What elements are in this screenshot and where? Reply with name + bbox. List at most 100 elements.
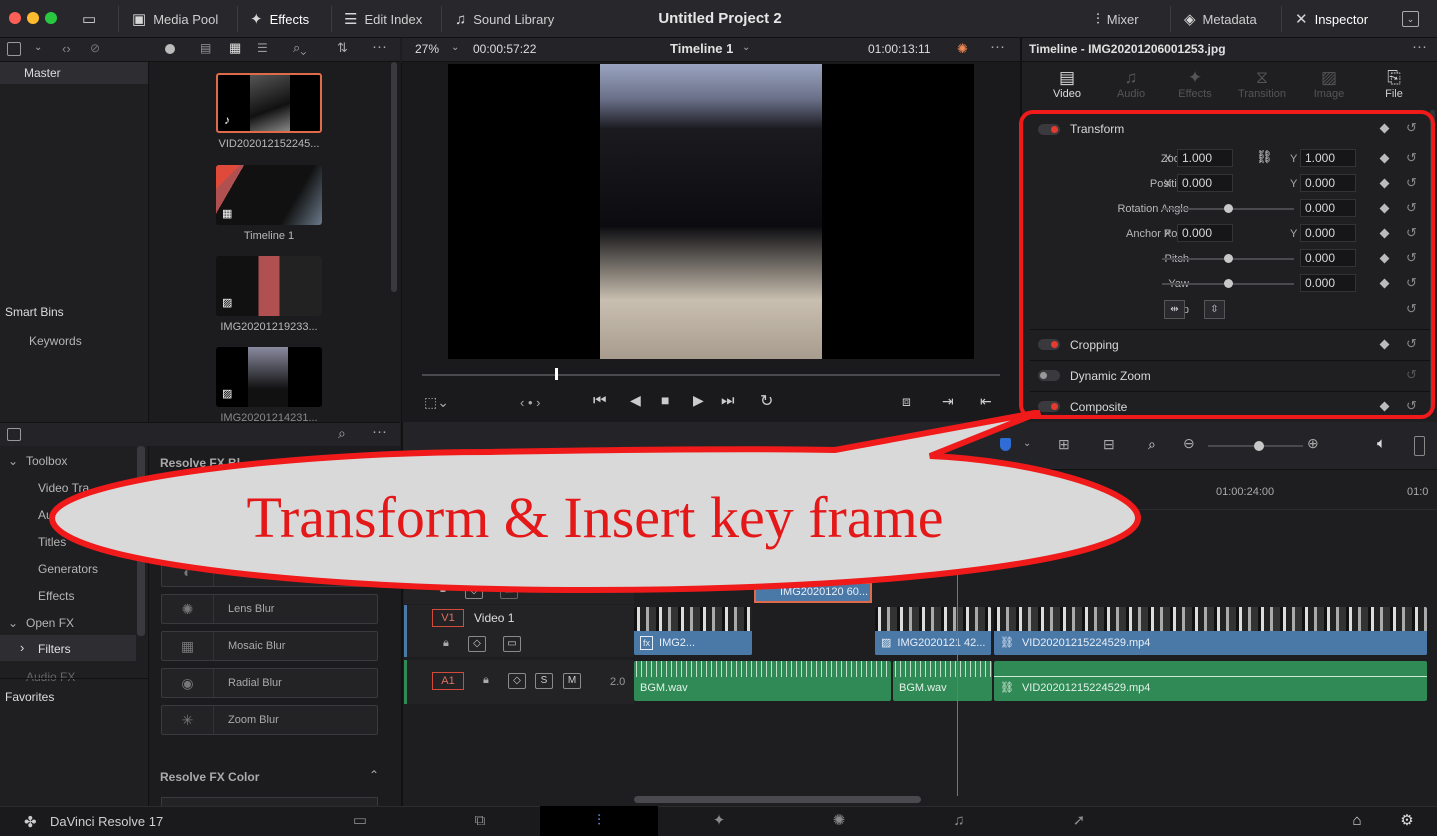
chevron-down-icon[interactable]: ⌄ (34, 42, 42, 53)
zoom-out-icon[interactable]: ⊖ (1183, 435, 1195, 452)
effect-item-mosaic-blur[interactable]: ▦ Mosaic Blur (161, 631, 378, 661)
chevron-down-icon[interactable]: ⌄ (1402, 11, 1419, 27)
play-icon[interactable]: ▶ (693, 392, 704, 409)
timeline-scrollbar[interactable] (634, 796, 921, 803)
viewer-canvas[interactable] (448, 64, 974, 359)
home-icon[interactable]: ⌂ (1332, 806, 1382, 836)
speaker-icon[interactable]: 🔈︎ (1377, 435, 1386, 452)
cut-page-icon[interactable]: ⧉ (455, 806, 505, 836)
go-to-start-icon[interactable]: ⏮ (593, 392, 607, 409)
minimize-window-button[interactable] (27, 12, 39, 24)
chevron-down-icon[interactable]: ⌄ (8, 454, 18, 468)
play-reverse-icon[interactable]: ◀ (630, 392, 641, 409)
maximize-window-button[interactable] (45, 12, 57, 24)
tab-video[interactable]: ▤ Video (1044, 68, 1090, 100)
effect-item-radial-blur[interactable]: ◉ Radial Blur (161, 668, 378, 698)
audio-meter-icon[interactable] (1414, 436, 1425, 456)
clip-thumbnail[interactable]: ▨ (216, 256, 322, 316)
clip-a1-bgm2[interactable]: BGM.wav (893, 661, 992, 701)
tab-audio[interactable]: ♫ Audio (1108, 68, 1154, 100)
fairlight-page-icon[interactable]: ♫ (934, 806, 984, 836)
zoom-in-icon[interactable]: ⊕ (1307, 435, 1319, 452)
more-options-icon[interactable]: ··· (1412, 38, 1427, 55)
track-v1-destination[interactable]: V1 (432, 609, 464, 627)
stop-icon[interactable]: ■ (661, 392, 669, 408)
chevron-down-icon[interactable]: ⌄ (8, 616, 18, 630)
mute-button[interactable]: M (563, 673, 581, 689)
clip-thumbnail[interactable]: ♪ (216, 73, 322, 133)
gear-icon[interactable]: ⚙ (1382, 806, 1432, 836)
list-view-icon[interactable]: ☰ (257, 41, 268, 55)
sort-icon[interactable]: ⇅ (337, 40, 348, 56)
tab-image[interactable]: ▨ Image (1306, 68, 1352, 100)
sound-library-button[interactable]: ♫ Sound Library (455, 0, 554, 38)
more-options-icon[interactable]: ··· (372, 38, 387, 55)
solo-button[interactable]: S (535, 673, 553, 689)
color-wheel-icon[interactable]: ✺ (957, 41, 968, 57)
slider-knob[interactable] (1254, 441, 1264, 451)
effect-item[interactable] (161, 797, 378, 806)
master-bin[interactable]: Master (0, 62, 148, 84)
inspector-button[interactable]: ✕ Inspector (1295, 0, 1368, 38)
go-to-end-icon[interactable]: ⏭ (721, 392, 735, 409)
clip-thumbnail[interactable]: ▦ (216, 165, 322, 225)
search-icon[interactable]: ⌕⌄ (293, 40, 306, 56)
clip-v1-vid[interactable]: ⛓ VID20201215224529.mp4 (994, 607, 1427, 655)
media-pool-button[interactable]: ▣ Media Pool (132, 0, 218, 38)
back-forward-icon[interactable]: ‹› (62, 41, 71, 56)
previous-edit-icon[interactable]: ⇤ (980, 393, 992, 410)
timeline-name[interactable]: Timeline 1 (670, 41, 733, 56)
chevron-up-icon[interactable]: ⌃ (369, 768, 379, 782)
chevron-down-icon[interactable]: ⌄ (742, 42, 750, 53)
clip-thumbnail[interactable]: ▨ (216, 347, 322, 407)
edit-page-tab[interactable]: ⫶ (540, 806, 658, 836)
effect-item-zoom-blur[interactable]: ✳ Zoom Blur (161, 705, 378, 735)
tab-effects[interactable]: ✦ Effects (1172, 68, 1218, 100)
media-page-icon[interactable]: ▭ (335, 806, 385, 836)
deliver-page-icon[interactable]: ➚ (1054, 806, 1104, 836)
tab-file[interactable]: ⎘ File (1371, 68, 1417, 100)
viewer-zoom[interactable]: 27% (415, 42, 439, 56)
link-icon[interactable]: ⊘ (90, 41, 100, 55)
audio-fx-item[interactable]: Audio FX (26, 670, 75, 684)
safe-area-icon[interactable]: ⬚⌄ (424, 394, 449, 411)
fusion-page-icon[interactable]: ✦ (694, 806, 744, 836)
thumbnail-size-slider[interactable] (165, 44, 175, 54)
clip-v1-img2[interactable]: ▨ IMG2020121 42... (875, 607, 991, 655)
tab-transition[interactable]: ⧖ Transition (1232, 68, 1292, 100)
track-enable-icon[interactable]: ▭ (503, 636, 521, 652)
layout-icon[interactable]: ▭ (82, 0, 96, 38)
clip-a1-vid[interactable]: ⛓ VID20201215224529.mp4 (994, 661, 1427, 701)
edit-index-button[interactable]: ☰ Edit Index (344, 0, 422, 38)
auto-select-icon[interactable]: ◇ (508, 673, 526, 689)
track-a1-destination[interactable]: A1 (432, 672, 464, 690)
chevron-down-icon[interactable]: ⌄ (451, 42, 459, 53)
lock-icon[interactable]: 🔒︎ (483, 674, 489, 687)
filters-item[interactable]: › Filters (0, 635, 136, 661)
lock-icon[interactable]: 🔒︎ (443, 637, 449, 650)
zoom-custom-icon[interactable]: ⌕ (1148, 436, 1156, 453)
match-frame-icon[interactable]: ⧈ (902, 393, 911, 410)
divider (1281, 6, 1282, 32)
playhead[interactable] (555, 368, 558, 380)
viewer-scrubber[interactable] (422, 374, 1000, 376)
clip-v1-img[interactable]: fx IMG2... (634, 607, 752, 655)
more-options-icon[interactable]: ··· (990, 38, 1005, 55)
open-fx-item[interactable]: Open FX (26, 616, 74, 630)
metadata-button[interactable]: ◈ Metadata (1184, 0, 1257, 38)
next-edit-icon[interactable]: ⇥ (942, 393, 954, 410)
loop-icon[interactable]: ↻ (760, 391, 773, 411)
close-window-button[interactable] (9, 12, 21, 24)
effects-button[interactable]: ✦ Effects (250, 0, 309, 38)
panel-toggle-icon[interactable] (7, 428, 21, 441)
auto-select-icon[interactable]: ◇ (468, 636, 486, 652)
grid-view-icon[interactable]: ▦ (229, 40, 241, 56)
keywords-bin[interactable]: Keywords (29, 334, 82, 348)
mixer-button[interactable]: ⫶ Mixer (1096, 0, 1139, 38)
color-page-icon[interactable]: ✺ (814, 806, 864, 836)
clip-a1-bgm[interactable]: BGM.wav (634, 661, 891, 701)
jog-control-icon[interactable]: ‹ • › (520, 395, 540, 410)
panel-toggle-icon[interactable] (7, 42, 21, 56)
metadata-view-icon[interactable]: ▤ (200, 41, 211, 55)
scrollbar[interactable] (391, 62, 397, 292)
